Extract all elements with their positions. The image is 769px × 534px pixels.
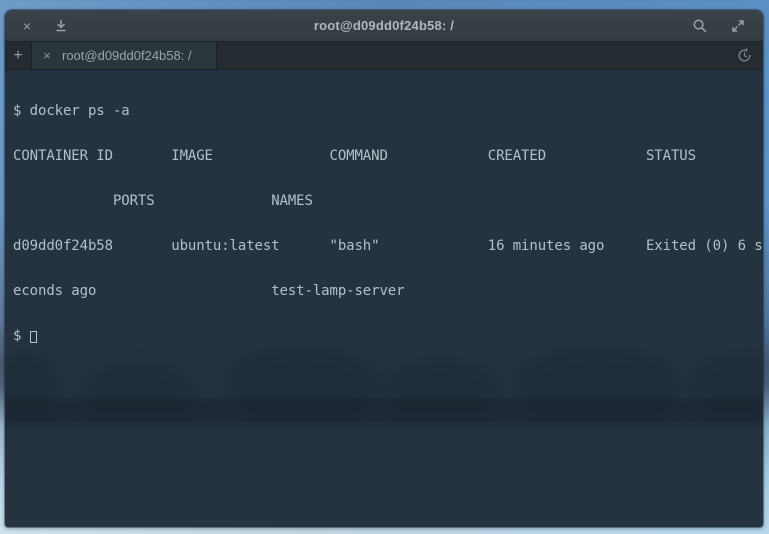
resize-icon[interactable] bbox=[729, 17, 747, 35]
terminal-screen[interactable]: $ docker ps -a CONTAINER ID IMAGE COMMAN… bbox=[5, 70, 763, 527]
terminal-line: $ docker ps -a bbox=[13, 104, 763, 119]
wallpaper-water-silhouette bbox=[5, 422, 763, 527]
terminal-cursor bbox=[30, 331, 37, 343]
wallpaper-shore-silhouette bbox=[5, 398, 763, 426]
download-icon[interactable] bbox=[52, 17, 70, 35]
terminal-line: d09dd0f24b58 ubuntu:latest "bash" 16 min… bbox=[13, 239, 763, 254]
tab-label: root@d09dd0f24b58: / bbox=[62, 48, 192, 63]
terminal-line: PORTS NAMES bbox=[13, 194, 763, 209]
new-tab-button[interactable]: + bbox=[5, 42, 32, 69]
search-icon[interactable] bbox=[691, 17, 709, 35]
terminal-line: CONTAINER ID IMAGE COMMAND CREATED STATU… bbox=[13, 149, 763, 164]
close-icon[interactable]: × bbox=[18, 17, 36, 35]
titlebar: × root@d09dd0f24b58: / bbox=[5, 10, 763, 42]
titlebar-left-icons: × bbox=[5, 17, 85, 35]
shell-prompt: $ bbox=[13, 329, 30, 344]
tab-active[interactable]: × root@d09dd0f24b58: / bbox=[32, 42, 217, 69]
terminal-output: $ docker ps -a CONTAINER ID IMAGE COMMAN… bbox=[5, 70, 763, 374]
tabbar-spacer bbox=[217, 42, 735, 69]
prompt-line: $ bbox=[13, 329, 763, 344]
terminal-line: econds ago test-lamp-server bbox=[13, 284, 763, 299]
titlebar-right-icons bbox=[683, 17, 763, 35]
terminal-window: × root@d09dd0f24b58: / + bbox=[5, 10, 763, 527]
history-icon[interactable] bbox=[735, 47, 753, 65]
tab-close-icon[interactable]: × bbox=[40, 48, 54, 63]
window-title: root@d09dd0f24b58: / bbox=[85, 18, 683, 33]
tabbar: + × root@d09dd0f24b58: / bbox=[5, 42, 763, 70]
